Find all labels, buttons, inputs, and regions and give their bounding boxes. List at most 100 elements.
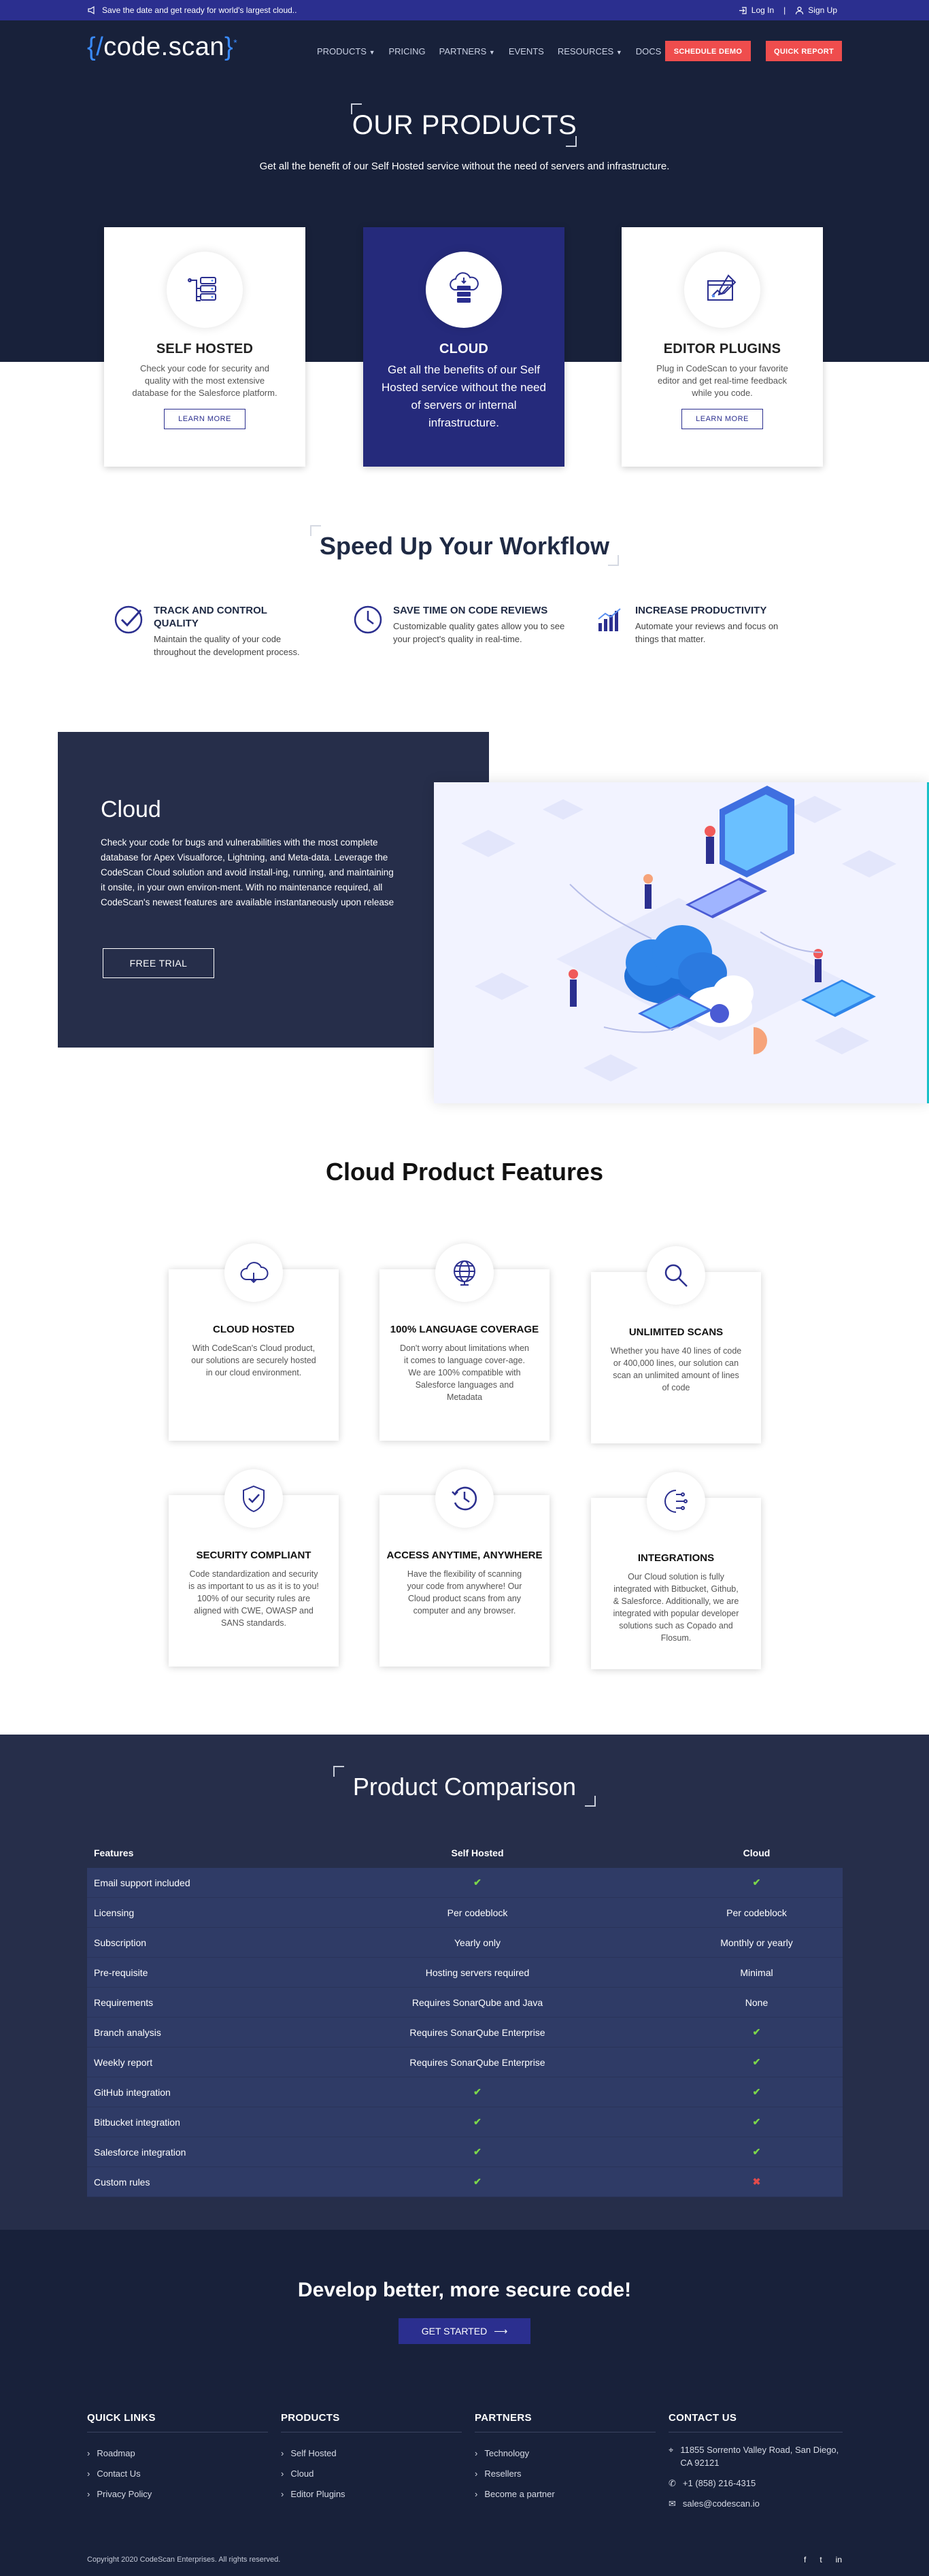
clock-icon (354, 605, 382, 634)
chevron-right-icon: › (87, 2469, 90, 2479)
footer-link-label: Roadmap (97, 2448, 135, 2458)
table-row: Branch analysis Requires SonarQube Enterp… (87, 2018, 843, 2047)
footer-link-technology[interactable]: › Technology (475, 2443, 656, 2464)
self-hosted-text: Check your code for security and quality… (132, 363, 277, 398)
login-link[interactable]: Log In (739, 5, 774, 15)
announcement-text: Save the date and get ready for world's … (102, 5, 297, 15)
arrow-right-icon: ⟶ (494, 2325, 508, 2337)
footer-link-editor-plugins[interactable]: › Editor Plugins (281, 2484, 462, 2505)
user-icon (796, 6, 804, 14)
header-features: Features (94, 1847, 134, 1858)
announcement[interactable]: Save the date and get ready for world's … (87, 5, 297, 15)
footer-link-become-partner[interactable]: › Become a partner (475, 2484, 656, 2505)
nav-docs[interactable]: DOCS (636, 46, 662, 56)
footer-link-label: Self Hosted (290, 2448, 337, 2458)
workflow-track-title: TRACK AND CONTROL QUALITY (154, 605, 267, 629)
table-row: Bitbucket integration ✔ ✔ (87, 2107, 843, 2137)
signup-link[interactable]: Sign Up (795, 5, 837, 15)
feature-cloud-icon-circle (224, 1243, 283, 1302)
chevron-right-icon: › (281, 2448, 284, 2458)
globe-icon (454, 1260, 475, 1286)
self-hosted-title: SELF HOSTED (156, 341, 254, 356)
comparison-table: Features Self Hosted Cloud Email support… (87, 1838, 843, 2197)
comparison-title: Product Comparison (352, 1773, 577, 1801)
nav-products[interactable]: PRODUCTS ▼ (317, 46, 375, 56)
header-cloud: Cloud (743, 1847, 771, 1858)
get-started-button[interactable]: GET STARTED ⟶ (399, 2318, 530, 2344)
footer-email[interactable]: ✉ sales@codescan.io (669, 2494, 843, 2514)
feature-card-security: SECURITY COMPLIANT Code standardization … (169, 1469, 339, 1667)
magnifier-icon (664, 1264, 688, 1287)
logo[interactable]: {/code.scan}* (87, 34, 237, 60)
nav-resources-label: RESOURCES (557, 46, 614, 56)
cloud-icon-circle (426, 252, 502, 328)
table-row: Licensing Per codeblock Per codeblock (87, 1898, 843, 1928)
phone-icon: ✆ (669, 2478, 676, 2488)
cta-section: Develop better, more secure code! GET ST… (0, 2230, 929, 2382)
feature-language-text: Don't worry about limitations when it co… (400, 1343, 529, 1402)
self-hosted-cell: Per codeblock (447, 1907, 508, 1918)
workflow-title: Speed Up Your Workflow (319, 532, 610, 560)
editor-plugins-learn-more-button[interactable]: LEARN MORE (681, 409, 763, 429)
schedule-demo-button[interactable]: SCHEDULE DEMO (665, 41, 751, 63)
nav-partners[interactable]: PARTNERS ▼ (439, 46, 495, 56)
login-icon (739, 6, 747, 14)
cta-title: Develop better, more secure code! (297, 2279, 632, 2301)
chevron-down-icon: ▼ (488, 49, 495, 56)
table-row: GitHub integration ✔ ✔ (87, 2077, 843, 2107)
facebook-icon[interactable]: f (804, 2555, 806, 2564)
footer-link-contact[interactable]: › Contact Us (87, 2464, 268, 2484)
footer-link-label: Resellers (484, 2469, 522, 2479)
cloud-cell: ✔ (752, 2086, 761, 2097)
self-hosted-cell: Yearly only (454, 1937, 501, 1948)
quick-report-button[interactable]: QUICK REPORT (766, 41, 842, 63)
chevron-right-icon: › (87, 2448, 90, 2458)
header-self-hosted: Self Hosted (451, 1847, 504, 1858)
social-links: f t in (804, 2555, 842, 2564)
announcement-bar: Save the date and get ready for world's … (0, 0, 929, 20)
nav-partners-label: PARTNERS (439, 46, 487, 56)
self-hosted-cell: Hosting servers required (425, 1967, 530, 1978)
footer-link-resellers[interactable]: › Resellers (475, 2464, 656, 2484)
chevron-right-icon: › (475, 2489, 478, 2499)
nav-events[interactable]: EVENTS (509, 46, 544, 56)
self-hosted-learn-more-button[interactable]: LEARN MORE (164, 409, 246, 429)
footer-link-label: Privacy Policy (97, 2489, 152, 2499)
product-card-cloud: CLOUD Get all the benefits of our Self H… (363, 227, 564, 467)
product-card-self-hosted: SELF HOSTED Check your code for security… (104, 227, 305, 467)
footer-link-label: Technology (484, 2448, 530, 2458)
feature-clock-icon-circle (435, 1469, 494, 1528)
editor-chart-icon (707, 274, 737, 301)
comparison-section: Product Comparison Features Self Hosted … (0, 1735, 929, 2230)
table-row: Salesforce integration ✔ ✔ (87, 2137, 843, 2167)
nav-pricing[interactable]: PRICING (389, 46, 426, 56)
footer-contact: CONTACT US ⌖ 11855 Sorrento Valley Road, … (669, 2412, 843, 2514)
signup-label: Sign Up (808, 5, 837, 15)
twitter-icon[interactable]: t (820, 2555, 822, 2564)
table-row: Subscription Yearly only Monthly or yearly (87, 1928, 843, 1958)
integration-icon (664, 1490, 688, 1513)
footer-link-cloud[interactable]: › Cloud (281, 2464, 462, 2484)
footer-link-self-hosted[interactable]: › Self Hosted (281, 2443, 462, 2464)
free-trial-button[interactable]: FREE TRIAL (103, 948, 214, 978)
logo-brace-open: {/ (87, 33, 104, 61)
feature-cloud-hosted-text: With CodeScan's Cloud product, our solut… (191, 1343, 316, 1377)
linkedin-icon[interactable]: in (836, 2555, 842, 2564)
editor-icon-circle (684, 252, 760, 328)
nav-resources[interactable]: RESOURCES ▼ (558, 46, 622, 56)
feature-cell: Bitbucket integration (94, 2116, 180, 2128)
footer-partners-title: PARTNERS (475, 2412, 656, 2432)
copyright: Copyright 2020 CodeScan Enterprises. All… (87, 2556, 281, 2564)
isometric-cloud-illustration (434, 782, 929, 1103)
footer-link-roadmap[interactable]: › Roadmap (87, 2443, 268, 2464)
feature-cell: Requirements (94, 1996, 154, 2008)
feature-magnifier-icon-circle (647, 1246, 705, 1305)
footer-phone[interactable]: ✆ +1 (858) 216-4315 (669, 2473, 843, 2494)
feature-card-integrations: INTEGRATIONS Our Cloud solution is fully… (591, 1472, 761, 1669)
footer-link-privacy[interactable]: › Privacy Policy (87, 2484, 268, 2505)
cloud-cell: ✖ (752, 2176, 761, 2187)
feature-cell: GitHub integration (94, 2086, 171, 2098)
logo-brace-close: } (224, 33, 234, 61)
cloud-cell: ✔ (752, 2026, 761, 2037)
feature-cloud-hosted-title: CLOUD HOSTED (213, 1324, 294, 1335)
